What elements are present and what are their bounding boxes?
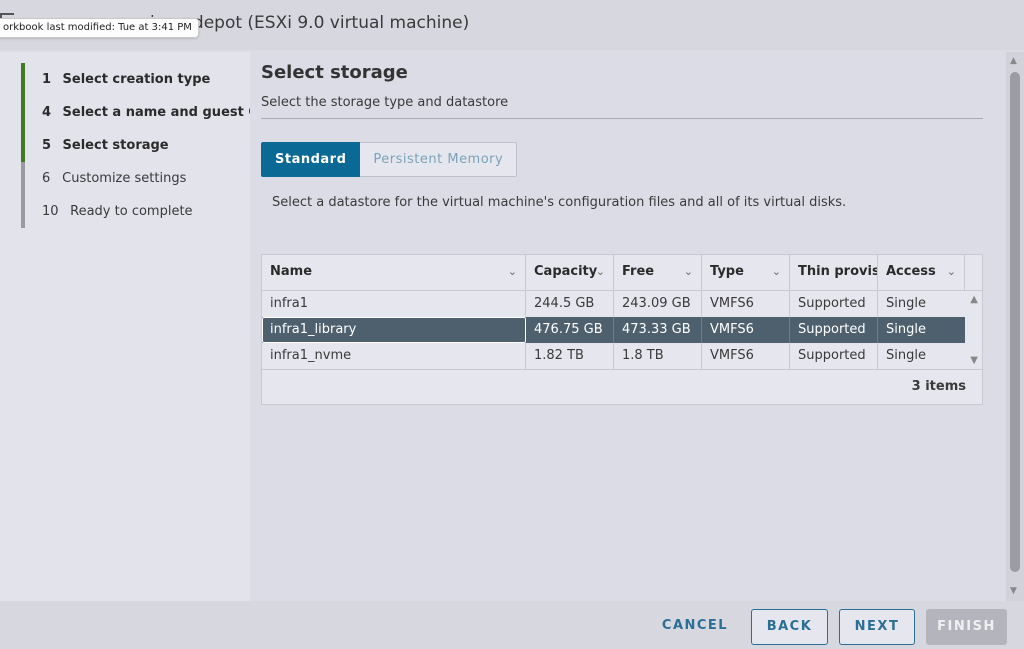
column-label: Name <box>270 264 313 279</box>
datastore-grid: Name ⌄ Capacity ⌄ Free ⌄ Type ⌄ Thin pro… <box>261 254 983 405</box>
chevron-down-icon[interactable]: ⌄ <box>508 255 517 289</box>
cell-free: 473.33 GB <box>614 317 702 343</box>
step-number: 1 <box>42 72 52 87</box>
tab-persistent-memory[interactable]: Persistent Memory <box>360 142 518 177</box>
cell-type: VMFS6 <box>702 291 790 317</box>
scrollbar-thumb[interactable] <box>1010 72 1020 572</box>
scroll-down-icon[interactable]: ▼ <box>970 355 978 366</box>
cell-type: VMFS6 <box>702 317 790 343</box>
chevron-down-icon[interactable]: ⌄ <box>596 255 605 289</box>
step-select-name-guest-os[interactable]: 4 Select a name and guest OS <box>21 96 269 129</box>
tooltip: orkbook last modified: Tue at 3:41 PM <box>0 18 199 38</box>
chevron-down-icon[interactable]: ⌄ <box>947 255 956 289</box>
table-row[interactable]: infra1 244.5 GB 243.09 GB VMFS6 Supporte… <box>262 291 965 317</box>
chevron-down-icon[interactable]: ⌄ <box>772 255 781 289</box>
column-header-thin-provisioning[interactable]: Thin provisic <box>790 255 878 291</box>
page-subtitle: Select the storage type and datastore <box>261 95 509 110</box>
cell-name: infra1_library <box>262 317 526 343</box>
finish-button[interactable]: FINISH <box>926 609 1007 645</box>
title-bar: ine - depot (ESXi 9.0 virtual machine) o… <box>0 0 1024 50</box>
step-number: 10 <box>42 204 59 219</box>
step-label: Select a name and guest OS <box>62 105 269 120</box>
step-select-storage[interactable]: 5 Select storage <box>21 129 250 162</box>
column-header-name[interactable]: Name ⌄ <box>262 255 526 291</box>
table-row-selected[interactable]: infra1_library 476.75 GB 473.33 GB VMFS6… <box>262 317 965 343</box>
tab-standard[interactable]: Standard <box>261 142 361 177</box>
vertical-scrollbar[interactable]: ▲ ▼ <box>1006 52 1024 601</box>
step-select-creation-type[interactable]: 1 Select creation type <box>21 63 250 96</box>
column-header-type[interactable]: Type ⌄ <box>702 255 790 291</box>
table-row[interactable]: infra1_nvme 1.82 TB 1.8 TB VMFS6 Support… <box>262 343 965 369</box>
scroll-up-icon[interactable]: ▲ <box>970 294 978 305</box>
column-label: Type <box>710 264 744 279</box>
cell-free: 243.09 GB <box>614 291 702 317</box>
step-number: 5 <box>42 138 52 153</box>
cell-free: 1.8 TB <box>614 343 702 369</box>
storage-type-tabs: Standard Persistent Memory <box>261 142 518 177</box>
cell-capacity: 244.5 GB <box>526 291 614 317</box>
cell-access: Single <box>886 296 926 311</box>
step-label: Select storage <box>62 138 169 153</box>
next-button[interactable]: NEXT <box>839 609 915 645</box>
chevron-down-icon[interactable]: ⌄ <box>684 255 693 289</box>
cell-thin-provisioning: Supported <box>790 317 878 343</box>
cell-capacity: 1.82 TB <box>526 343 614 369</box>
cell-name: infra1_nvme <box>262 343 526 369</box>
step-number: 4 <box>42 105 52 120</box>
step-ready-to-complete[interactable]: 10 Ready to complete <box>21 195 250 228</box>
step-label: Select creation type <box>62 72 211 87</box>
wizard-steps-sidebar: 1 Select creation type 4 Select a name a… <box>0 52 269 601</box>
cell-name: infra1 <box>262 291 526 317</box>
column-header-access[interactable]: Access ⌄ <box>878 255 965 291</box>
main-panel: Select storage Select the storage type a… <box>250 52 1006 601</box>
cell-thin-provisioning: Supported <box>790 291 878 317</box>
column-header-free[interactable]: Free ⌄ <box>614 255 702 291</box>
cancel-button[interactable]: CANCEL <box>652 609 738 645</box>
step-customize-settings[interactable]: 6 Customize settings <box>21 162 250 195</box>
divider <box>261 118 983 119</box>
cell-capacity: 476.75 GB <box>526 317 614 343</box>
cell-access: Single <box>886 348 926 363</box>
column-label: Free <box>622 264 655 279</box>
scroll-down-icon[interactable]: ▼ <box>1010 586 1017 596</box>
column-label: Access <box>886 264 936 279</box>
cell-thin-provisioning: Supported <box>790 343 878 369</box>
step-label: Ready to complete <box>70 204 193 219</box>
grid-header: Name ⌄ Capacity ⌄ Free ⌄ Type ⌄ Thin pro… <box>262 255 982 291</box>
scroll-up-icon[interactable]: ▲ <box>1010 56 1017 66</box>
cell-access: Single <box>886 322 926 337</box>
step-number: 6 <box>42 171 51 186</box>
cell-type: VMFS6 <box>702 343 790 369</box>
wizard-footer: CANCEL BACK NEXT FINISH <box>0 601 1024 649</box>
step-label: Customize settings <box>62 171 187 186</box>
page-title: Select storage <box>261 62 408 83</box>
column-label: Capacity <box>534 264 598 279</box>
column-label: Thin provisic <box>798 264 877 279</box>
back-button[interactable]: BACK <box>751 609 828 645</box>
instructions-text: Select a datastore for the virtual machi… <box>272 195 847 210</box>
grid-footer-count: 3 items <box>262 369 982 404</box>
column-header-capacity[interactable]: Capacity ⌄ <box>526 255 614 291</box>
